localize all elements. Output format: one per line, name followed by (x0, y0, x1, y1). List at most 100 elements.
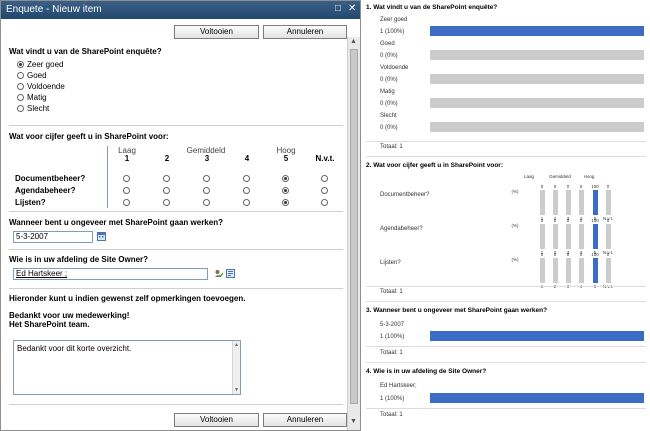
matrix-column-number: 3 (204, 154, 210, 163)
results-q2-bar (566, 224, 571, 249)
results-q3-total: Totaal: 1 (380, 350, 403, 356)
matrix-radio[interactable] (243, 199, 250, 206)
matrix-radio[interactable] (163, 199, 170, 206)
check-names-icon[interactable] (214, 269, 223, 278)
close-icon[interactable]: ✕ (348, 3, 356, 14)
dialog-titlebar: Enquete - Nieuw item □ ✕ (1, 1, 360, 19)
results-q2-bar-value: 0 (606, 184, 610, 189)
results-q2-bar-value: 0 (553, 218, 557, 223)
matrix-row-label: Agendabeheer? (15, 186, 76, 195)
results-q2-bar (540, 258, 545, 283)
results-separator (366, 141, 646, 142)
results-q1-row-value: 0 (0%) (380, 101, 398, 107)
matrix-column-number: 2 (164, 154, 170, 163)
q1-radio[interactable] (17, 105, 24, 112)
results-q4-bar-fill (430, 393, 644, 403)
matrix-radio[interactable] (203, 175, 210, 182)
results-q2-bar (566, 190, 571, 215)
calendar-icon[interactable] (97, 232, 106, 241)
matrix-radio[interactable] (282, 187, 289, 194)
textarea-scroll-up-icon[interactable]: ▲ (234, 342, 239, 348)
textarea-scroll-down-icon[interactable]: ▼ (234, 387, 239, 393)
matrix-radio[interactable] (163, 175, 170, 182)
results-q1-row-value: 0 (0%) (380, 77, 398, 83)
matrix-row-label: Lijsten? (15, 198, 46, 207)
cancel-button-top[interactable]: Annuleren (263, 25, 347, 39)
matrix-radio[interactable] (243, 187, 250, 194)
matrix-radio[interactable] (123, 175, 130, 182)
results-q2-pct-label: (%) (511, 189, 519, 194)
scroll-down-icon[interactable]: ▼ (350, 418, 357, 425)
results-q1-row-label: Zeer goed (380, 17, 408, 23)
results-q1-bar-fill (430, 26, 644, 36)
matrix-radio[interactable] (203, 199, 210, 206)
q4-label: Wie is in uw afdeling de Site Owner? (9, 255, 149, 264)
separator (9, 404, 343, 405)
survey-results: 1. Wat vindt u van de SharePoint enquête… (362, 0, 650, 431)
matrix-radio[interactable] (123, 199, 130, 206)
finish-button-bottom[interactable]: Voltooien (174, 413, 259, 427)
scrollbar-thumb[interactable] (350, 49, 358, 404)
results-q1-bar (430, 98, 644, 108)
address-book-icon[interactable] (226, 269, 235, 278)
results-q1-row-label: Goed (380, 41, 395, 47)
results-separator (366, 301, 646, 302)
matrix-radio[interactable] (321, 175, 328, 182)
q1-radio[interactable] (17, 94, 24, 101)
results-q2-bar-value: 0 (540, 252, 544, 257)
q1-option-label: Goed (27, 71, 47, 80)
matrix-radio[interactable] (203, 187, 210, 194)
matrix-radio[interactable] (282, 199, 289, 206)
textarea-scrollbar[interactable]: ▲ ▼ (232, 341, 240, 394)
results-q3-label: 3. Wanneer bent u ongeveer met SharePoin… (366, 307, 548, 314)
results-separator (366, 362, 646, 363)
results-q2-bar-value: 0 (540, 184, 544, 189)
results-q2-bar (553, 190, 558, 215)
maximize-icon[interactable]: □ (335, 3, 341, 14)
comments-textarea[interactable]: Bedankt voor dit korte overzicht. ▲ ▼ (13, 340, 241, 395)
results-q2-bar-value: 0 (606, 218, 610, 223)
results-q1-bar (430, 74, 644, 84)
results-q1-bar (430, 26, 644, 36)
cancel-button-bottom[interactable]: Annuleren (263, 413, 347, 427)
matrix-radio[interactable] (123, 187, 130, 194)
results-q1-label: 1. Wat vindt u van de SharePoint enquête… (366, 4, 498, 11)
results-q2-bar (593, 190, 598, 215)
matrix-radio[interactable] (321, 199, 328, 206)
q1-radio[interactable] (17, 72, 24, 79)
scroll-up-icon[interactable]: ▲ (350, 38, 357, 45)
results-q2-header-gemiddeld: Gemiddeld (549, 174, 571, 179)
results-q4-value: 1 (100%) (380, 396, 405, 402)
q1-radio[interactable] (17, 61, 24, 68)
results-q2-bar-value: 0 (553, 252, 557, 257)
matrix-column-number: N.v.t. (315, 154, 335, 163)
matrix-radio[interactable] (163, 187, 170, 194)
people-picker-value[interactable]: Ed Hartskeer ; (16, 269, 67, 278)
results-q2-bar-value: 0 (553, 184, 557, 189)
results-separator (366, 408, 646, 409)
results-q2-bar-value: 0 (579, 252, 583, 257)
separator (9, 288, 343, 289)
results-q4-label: 4. Wie is in uw afdeling de Site Owner? (366, 368, 487, 375)
results-q2-bar-value: 0 (579, 184, 583, 189)
matrix-radio[interactable] (243, 175, 250, 182)
q1-radio[interactable] (17, 83, 24, 90)
results-q2-bar (579, 258, 584, 283)
results-q3-value: 1 (100%) (380, 334, 405, 340)
q2-label: Wat voor cijfer geeft u in SharePoint vo… (9, 132, 169, 141)
results-q2-bar-value: 0 (566, 184, 570, 189)
date-input[interactable]: 5-3-2007 (13, 231, 93, 243)
results-q2-bar (606, 224, 611, 249)
comments-text[interactable]: Bedankt voor dit korte overzicht. (17, 344, 131, 353)
results-q4-bar (430, 393, 644, 403)
matrix-radio[interactable] (321, 187, 328, 194)
dialog-scrollbar[interactable]: ▲ ▼ (347, 37, 360, 430)
results-q2-row-label: Lijsten? (380, 260, 401, 266)
results-q3-row-label: 5-3-2007 (380, 322, 405, 328)
results-q4-total: Totaal: 1 (380, 412, 403, 418)
people-picker-input[interactable]: Ed Hartskeer ; (13, 268, 208, 280)
q1-option-label: Zeer goed (27, 60, 64, 69)
separator (9, 249, 343, 250)
finish-button-top[interactable]: Voltooien (174, 25, 259, 39)
matrix-radio[interactable] (282, 175, 289, 182)
